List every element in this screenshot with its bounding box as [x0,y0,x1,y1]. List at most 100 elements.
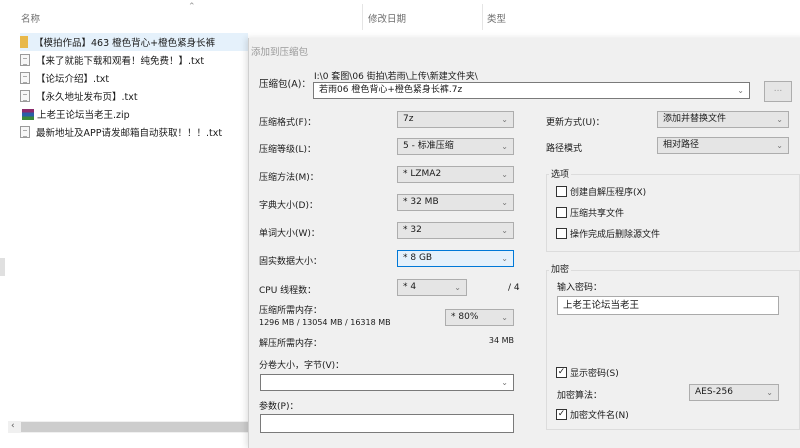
method-select[interactable]: * LZMA2 ⌄ [397,166,514,183]
column-divider[interactable] [362,4,363,30]
chevron-down-icon: ⌄ [501,378,508,387]
split-label: 分卷大小，字节(V)： [259,361,345,371]
pathmode-select[interactable]: 相对路径 ⌄ [657,137,789,154]
algo-label: 加密算法： [557,391,603,401]
checkbox-label: 显示密码(S) [570,369,619,379]
solid-label: 固实数据大小： [259,257,323,267]
file-name: 【来了就能下载和观看！纯免费！】.txt [36,56,205,67]
mem-decomp-value: 34 MB [488,336,514,345]
cpu-max: / 4 [508,283,520,293]
checkbox-icon [556,186,567,197]
chevron-down-icon: ⌄ [501,142,508,151]
mem-usage-value: * 80% [451,312,479,322]
format-label: 压缩格式(F)： [259,118,317,128]
update-value: 添加并替换文件 [663,114,727,124]
checkmark-icon: ✓ [556,409,567,420]
column-header-type[interactable]: 类型 [487,11,506,25]
file-name: 【永久地址发布页】.txt [36,92,138,103]
chevron-down-icon: ⌄ [501,226,508,235]
level-value: 5 - 标准压缩 [403,141,454,151]
chevron-down-icon: ⌄ [737,86,744,95]
mem-comp-detail: 1296 MB / 13054 MB / 16318 MB [259,318,391,327]
encryption-title: 加密 [549,262,572,275]
mem-comp-label: 压缩所需内存： [259,306,323,316]
archive-label: 压缩包(A)： [259,79,311,90]
chevron-down-icon: ⌄ [501,254,508,263]
encrypt-names-checkbox[interactable]: ✓ 加密文件名(N) [556,408,629,421]
checkbox-label: 压缩共享文件 [570,209,625,219]
level-select[interactable]: 5 - 标准压缩 ⌄ [397,138,514,155]
algo-select[interactable]: AES-256 ⌄ [689,384,779,401]
algo-value: AES-256 [695,387,733,397]
text-file-icon [20,72,30,84]
chevron-down-icon: ⌄ [454,283,461,292]
file-name: 上老王论坛当老王.zip [37,110,130,121]
archive-name-value: 若雨06 橙色背心+橙色紧身长裤.7z [319,85,463,95]
horizontal-scrollbar[interactable]: ‹ [8,421,248,433]
level-label: 压缩等级(L)： [259,145,317,155]
show-password-checkbox[interactable]: ✓ 显示密码(S) [556,366,619,379]
scroll-left-icon[interactable]: ‹ [11,421,15,431]
pathmode-value: 相对路径 [663,140,700,150]
file-name: 【论坛介绍】.txt [36,74,110,85]
sidebar-edge [0,258,5,276]
shared-files-checkbox[interactable]: 压缩共享文件 [556,206,624,219]
file-name: 【模拍作品】463 橙色背心+橙色紧身长裤 [34,38,216,49]
text-file-icon [20,126,30,138]
solid-select[interactable]: * 8 GB ⌄ [397,250,514,267]
sfx-checkbox[interactable]: 创建自解压程序(X) [556,185,646,198]
update-label: 更新方式(U)： [546,118,605,128]
add-to-archive-dialog: 添加到压缩包 压缩包(A)： I:\0 套图\06 街拍\若雨\上传\新建文件夹… [248,38,800,448]
winrar-archive-icon [22,108,34,120]
chevron-down-icon: ⌄ [501,313,508,322]
chevron-down-icon: ⌄ [501,170,508,179]
update-select[interactable]: 添加并替换文件 ⌄ [657,111,789,128]
browse-button[interactable]: ... [764,81,792,102]
text-file-icon [20,90,30,102]
archive-path: I:\0 套图\06 街拍\若雨\上传\新建文件夹\ [314,72,478,82]
checkbox-label: 创建自解压程序(X) [570,188,647,198]
word-value: * 32 [403,225,422,235]
split-combobox[interactable]: ⌄ [260,374,514,391]
format-select[interactable]: 7z ⌄ [397,111,514,128]
dict-select[interactable]: * 32 MB ⌄ [397,194,514,211]
dict-label: 字典大小(D)： [259,201,318,211]
chevron-down-icon: ⌄ [776,115,783,124]
column-header-modified[interactable]: 修改日期 [368,11,406,25]
mem-decomp-label: 解压所需内存： [259,339,323,349]
password-input[interactable]: 上老王论坛当老王 [557,296,779,315]
archive-name-combobox[interactable]: 若雨06 橙色背心+橙色紧身长裤.7z ⌄ [313,82,750,99]
format-value: 7z [403,114,414,124]
encryption-group [546,270,800,430]
chevron-down-icon: ⌄ [501,115,508,124]
file-row[interactable]: 【模拍作品】463 橙色背心+橙色紧身长裤 [20,33,248,51]
solid-value: * 8 GB [403,253,433,263]
mem-usage-select[interactable]: * 80% ⌄ [445,309,514,326]
chevron-down-icon: ⌄ [501,198,508,207]
text-file-icon [20,54,30,66]
params-input[interactable] [260,414,514,433]
file-name: 最新地址及APP请发邮箱自动获取！！！.txt [36,128,223,139]
checkmark-icon: ✓ [556,367,567,378]
dict-value: * 32 MB [403,197,439,207]
column-divider[interactable] [482,4,483,30]
checkbox-icon [556,228,567,239]
method-value: * LZMA2 [403,169,442,179]
word-select[interactable]: * 32 ⌄ [397,222,514,239]
checkbox-label: 加密文件名(N) [570,411,629,421]
word-label: 单词大小(W)： [259,229,320,239]
pathmode-label: 路径模式 [546,144,583,154]
column-header-name[interactable]: 名称 [21,11,40,25]
cpu-label: CPU 线程数： [259,286,317,296]
chevron-down-icon: ⌄ [776,141,783,150]
scrollbar-thumb[interactable] [21,422,248,432]
folder-icon [20,36,28,48]
cpu-select[interactable]: * 4 ⌄ [397,279,467,296]
method-label: 压缩方法(M)： [259,173,319,183]
delete-after-checkbox[interactable]: 操作完成后删除源文件 [556,227,660,240]
sort-caret-icon: ⌃ [188,2,196,12]
dialog-title: 添加到压缩包 [251,47,309,58]
checkbox-label: 操作完成后删除源文件 [570,230,661,240]
checkbox-icon [556,207,567,218]
chevron-down-icon: ⌄ [766,388,773,397]
